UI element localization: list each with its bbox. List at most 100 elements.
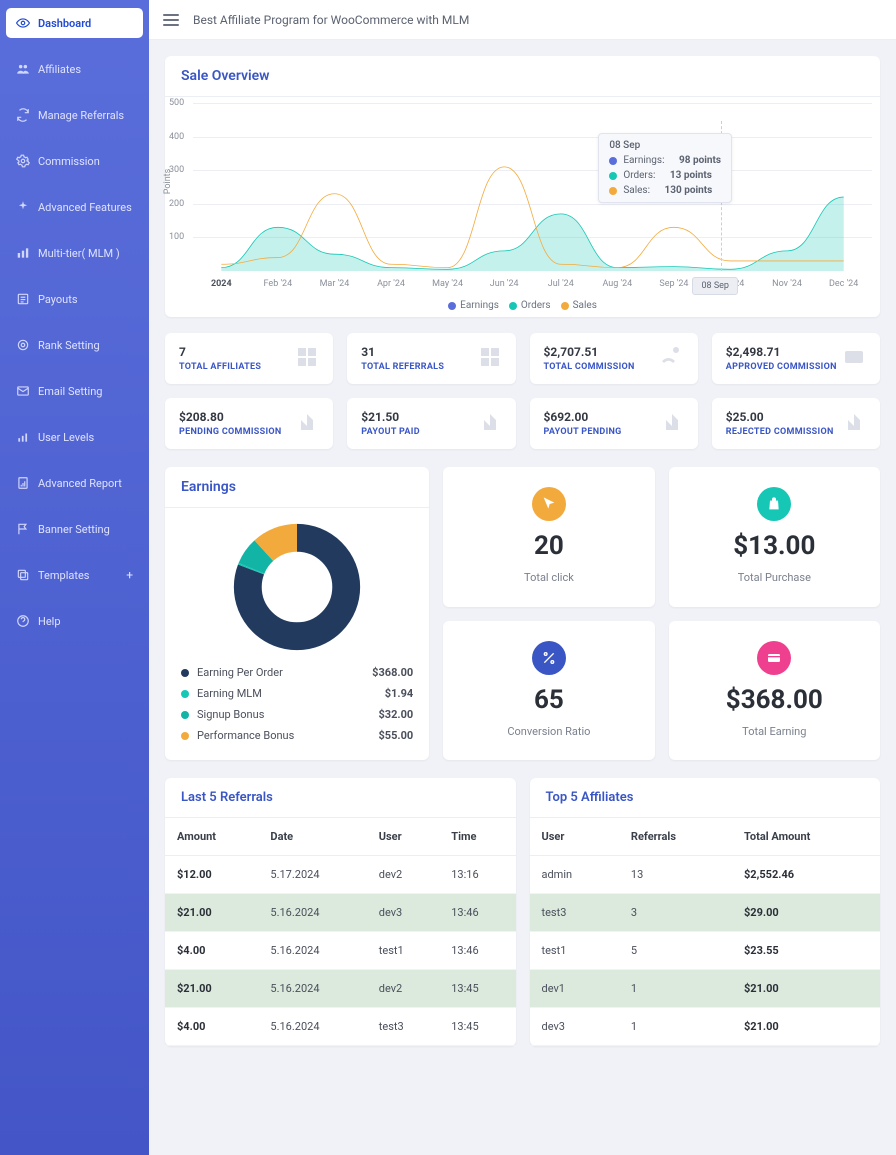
sidebar: Dashboard Affiliates Manage Referrals Co… [0,0,149,1155]
stat-icon [295,410,319,434]
sidebar-item-rank[interactable]: Rank Setting [6,330,143,360]
stat-card: 31 TOTAL REFERRALS [347,333,515,384]
table-header: Amount [165,818,258,856]
sidebar-item-label: Payouts [38,293,78,306]
stat-card: $2,707.51TOTAL COMMISSION [530,333,698,384]
main: Best Affiliate Program for WooCommerce w… [149,0,896,1155]
stat-label: APPROVED COMMISSION [726,362,837,372]
mini-label: Total Purchase [679,571,870,584]
stat-value: $692.00 [544,410,622,424]
mini-value: $13.00 [679,531,870,561]
table-row: $4.005.16.2024test113:46 [165,932,516,970]
earnings-legend-row: Signup Bonus$32.00 [181,704,413,725]
earnings-card: Earnings Earning Per Order$368.00Earning… [165,467,429,760]
gear-icon [16,154,30,168]
copy-icon [16,568,30,582]
sidebar-item-label: Email Setting [38,385,102,398]
sidebar-item-mlm[interactable]: Multi-tier( MLM ) [6,238,143,268]
stat-label: TOTAL AFFILIATES [179,362,261,372]
stat-label: PAYOUT PAID [361,427,420,437]
earnings-title: Earnings [165,467,429,508]
table-row: $21.005.16.2024dev213:45 [165,970,516,1008]
sidebar-item-levels[interactable]: User Levels [6,422,143,452]
sidebar-item-banner[interactable]: Banner Setting [6,514,143,544]
page-title: Best Affiliate Program for WooCommerce w… [193,13,469,27]
affiliates-table: UserReferralsTotal Amount admin13$2,552.… [530,818,881,1046]
plus-icon: + [126,568,133,582]
table-row: admin13$2,552.46 [530,856,881,894]
stat-card: $208.80PENDING COMMISSION [165,398,333,449]
cursor-icon [532,487,566,521]
referrals-card: Last 5 Referrals AmountDateUserTime $12.… [165,778,516,1046]
card-icon [757,641,791,675]
users-icon [16,62,30,76]
mini-label: Total click [453,571,644,584]
chart-lines [193,103,872,271]
sidebar-item-label: Dashboard [38,17,91,30]
percent-icon [532,641,566,675]
mini-card-earning: $368.00 Total Earning [669,621,880,761]
sidebar-item-label: Manage Referrals [38,109,124,122]
sidebar-item-payouts[interactable]: Payouts [6,284,143,314]
bars-icon [16,430,30,444]
mini-label: Total Earning [679,725,870,738]
stat-value: $25.00 [726,410,834,424]
sidebar-item-help[interactable]: Help [6,606,143,636]
mid-row: Earnings Earning Per Order$368.00Earning… [165,467,880,760]
chart-xlabels: 2024Feb '24Mar '24Apr '24May '24Jun '24J… [193,279,872,289]
mid-col-2: $13.00 Total Purchase $368.00 Total Earn… [669,467,880,760]
sidebar-item-label: Help [38,615,61,628]
mini-label: Conversion Ratio [453,725,644,738]
sidebar-item-dashboard[interactable]: Dashboard [6,8,143,38]
earnings-legend: Earning Per Order$368.00Earning MLM$1.94… [165,658,429,760]
table-header: User [367,818,439,856]
earnings-legend-row: Earning Per Order$368.00 [181,662,413,683]
sidebar-item-report[interactable]: Advanced Report [6,468,143,498]
stat-value: $21.50 [361,410,420,424]
flag-icon [16,522,30,536]
sidebar-item-label: Rank Setting [38,339,100,352]
content: Sale Overview Points 500400300200100 202… [149,40,896,1155]
stat-icon [660,345,684,369]
menu-toggle-icon[interactable] [163,14,179,26]
doc-chart-icon [16,476,30,490]
table-header: Total Amount [732,818,880,856]
table-header: User [530,818,619,856]
stat-icon [478,410,502,434]
list-icon [16,292,30,306]
stat-value: 31 [361,345,444,359]
table-row: $4.005.16.2024test313:45 [165,1008,516,1046]
stat-value: 7 [179,345,261,359]
table-row: test15$23.55 [530,932,881,970]
stat-card: $25.00REJECTED COMMISSION [712,398,880,449]
mini-value: 20 [453,531,644,561]
earnings-legend-row: Earning MLM$1.94 [181,683,413,704]
sale-overview-chart[interactable]: Points 500400300200100 2024Feb '24Mar '2… [165,97,880,317]
table-row: $21.005.16.2024dev313:46 [165,894,516,932]
refresh-icon [16,108,30,122]
sale-overview-card: Sale Overview Points 500400300200100 202… [165,56,880,317]
sidebar-item-affiliates[interactable]: Affiliates [6,54,143,84]
stat-grid: 7 TOTAL AFFILIATES 31 TOTAL REFERRALS $2,707… [165,333,880,449]
sidebar-item-label: Templates [38,569,89,582]
referrals-title: Last 5 Referrals [165,778,516,818]
sidebar-item-templates[interactable]: Templates + [6,560,143,590]
table-row: dev11$21.00 [530,970,881,1008]
mail-icon [16,384,30,398]
sidebar-item-label: User Levels [38,431,94,444]
tables-row: Last 5 Referrals AmountDateUserTime $12.… [165,778,880,1046]
earnings-legend-row: Performance Bonus$55.00 [181,725,413,746]
sidebar-item-advanced[interactable]: Advanced Features [6,192,143,222]
mini-card-conversion: 65 Conversion Ratio [443,621,654,761]
stat-label: TOTAL REFERRALS [361,362,444,372]
affiliates-title: Top 5 Affiliates [530,778,881,818]
sidebar-item-commission[interactable]: Commission [6,146,143,176]
affiliates-card: Top 5 Affiliates UserReferralsTotal Amou… [530,778,881,1046]
stat-icon [842,410,866,434]
mini-card-purchase: $13.00 Total Purchase [669,467,880,607]
sidebar-item-referrals[interactable]: Manage Referrals [6,100,143,130]
stat-card: $2,498.71APPROVED COMMISSION [712,333,880,384]
sparkle-icon [16,200,30,214]
sidebar-item-email[interactable]: Email Setting [6,376,143,406]
sidebar-item-label: Banner Setting [38,523,110,536]
